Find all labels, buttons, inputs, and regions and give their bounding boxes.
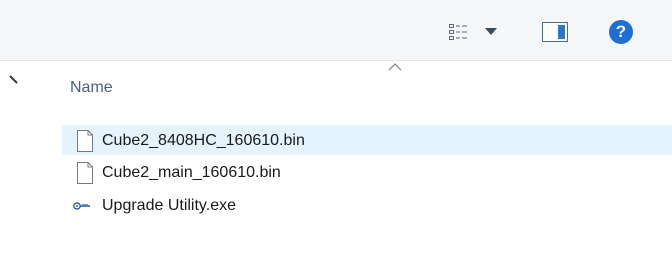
file-name: Upgrade Utility.exe	[102, 197, 236, 214]
file-list: Cube2_8408HC_160610.bin Cube2_main_16061…	[62, 125, 672, 224]
help-icon: ?	[609, 20, 633, 44]
file-row[interactable]: Cube2_main_160610.bin	[62, 158, 672, 188]
file-row[interactable]: Upgrade Utility.exe	[62, 191, 672, 221]
chevron-down-icon[interactable]	[485, 28, 497, 36]
change-view-button[interactable]	[436, 14, 510, 50]
file-name: Cube2_8408HC_160610.bin	[102, 131, 305, 149]
blank-file-icon	[77, 162, 93, 184]
splitter-handle-icon[interactable]	[8, 74, 20, 86]
preview-pane-icon	[542, 22, 568, 42]
preview-pane-button[interactable]	[535, 14, 575, 50]
file-row[interactable]: Cube2_8408HC_160610.bin	[62, 125, 672, 155]
column-header-name[interactable]: Name	[70, 79, 113, 97]
file-name: Cube2_main_160610.bin	[102, 164, 281, 181]
help-button[interactable]: ?	[601, 14, 641, 50]
application-icon	[73, 202, 90, 210]
details-view-icon	[449, 24, 467, 40]
sort-ascending-icon	[388, 63, 402, 71]
blank-file-icon	[77, 129, 93, 152]
explorer-toolbar: ?	[0, 0, 672, 61]
